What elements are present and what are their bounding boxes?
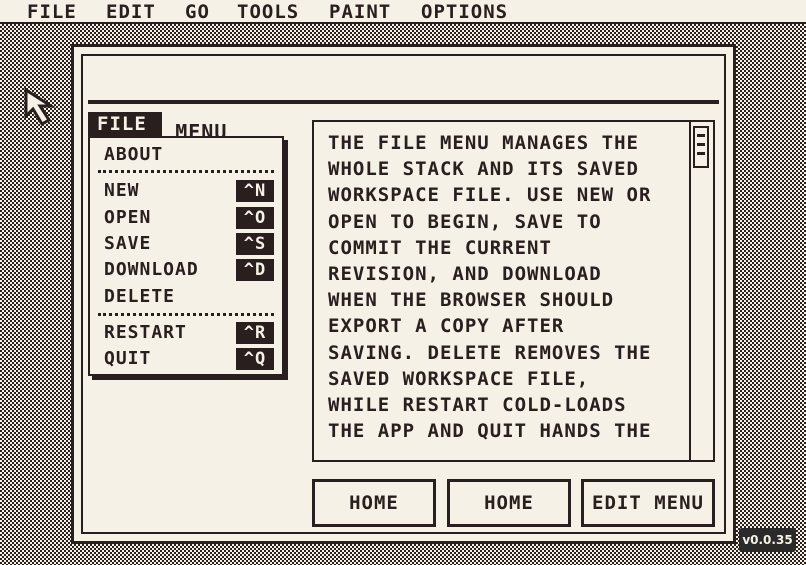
menu-separator [98,170,274,173]
version-badge: v0.0.35 [739,528,796,552]
menu-edit[interactable]: EDIT [106,1,156,23]
shortcut-badge-new: ^N [236,180,274,202]
menu-item-about[interactable]: ABOUT [104,144,163,166]
menu-item-restart[interactable]: RESTART [104,322,187,344]
edit-menu-button[interactable]: EDIT MENU [581,479,715,527]
home-button-1[interactable]: HOME [312,479,436,527]
arrow-pointer-icon [24,87,57,127]
menu-item-delete[interactable]: DELETE [104,286,175,308]
menu-paint[interactable]: PAINT [329,1,391,23]
shortcut-badge-save: ^S [236,233,274,255]
menu-bar: FILE EDIT GO TOOLS PAINT OPTIONS [0,0,806,24]
scrollbar[interactable] [689,122,713,460]
menu-options[interactable]: OPTIONS [421,1,508,23]
shortcut-badge-open: ^O [236,207,274,229]
menu-separator [98,313,274,316]
menu-file[interactable]: FILE [27,1,77,23]
scroll-thumb-icon[interactable] [693,126,709,168]
menu-item-new[interactable]: NEW [104,180,140,202]
title-divider [88,100,719,104]
shortcut-badge-download: ^D [236,259,274,281]
menu-item-open[interactable]: OPEN [104,207,151,229]
menu-tools[interactable]: TOOLS [237,1,299,23]
help-text-field[interactable]: THE FILE MENU MANAGES THE WHOLE STACK AN… [312,120,715,462]
shortcut-badge-quit: ^Q [236,348,274,370]
menu-go[interactable]: GO [185,1,210,23]
menu-item-save[interactable]: SAVE [104,233,151,255]
menu-item-download[interactable]: DOWNLOAD [104,259,199,281]
shortcut-badge-restart: ^R [236,322,274,344]
menu-item-quit[interactable]: QUIT [104,348,151,370]
help-text-content: THE FILE MENU MANAGES THE WHOLE STACK AN… [328,132,652,443]
home-button-2[interactable]: HOME [447,479,571,527]
file-menu-tab[interactable]: FILE [88,112,162,136]
file-menu-dropdown: ABOUT NEW ^N OPEN ^O SAVE ^S DOWNLOAD ^D… [88,136,284,376]
